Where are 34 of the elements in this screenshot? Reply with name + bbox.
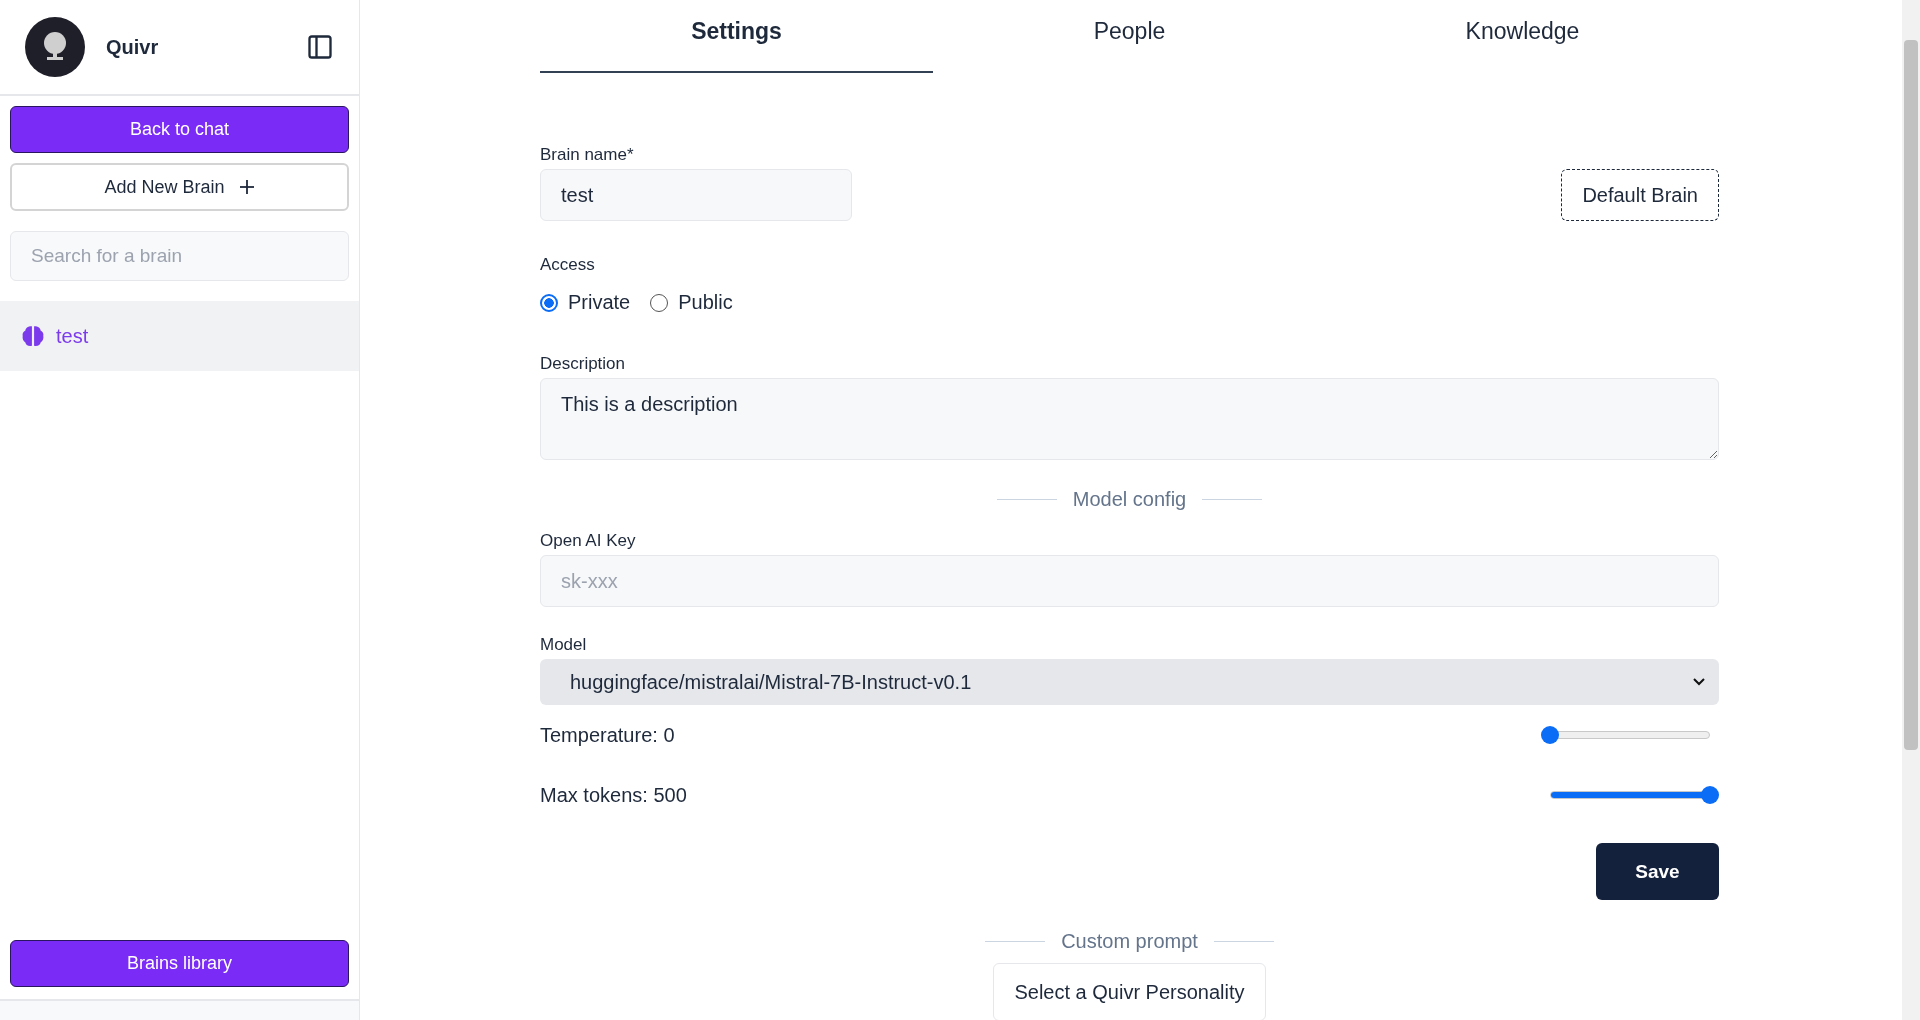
add-new-brain-button[interactable]: Add New Brain [10, 163, 349, 211]
brains-library-button[interactable]: Brains library [10, 940, 349, 987]
radio-label: Private [568, 291, 631, 314]
save-button[interactable]: Save [1596, 843, 1719, 900]
radio-button[interactable] [540, 293, 558, 312]
personality-button[interactable]: Select a Quivr Personality [993, 963, 1266, 1020]
tab[interactable]: Settings [540, 0, 933, 73]
api-key-field[interactable]: sk-xxx [540, 555, 1719, 607]
radio-label: Public [678, 291, 733, 314]
sidebar-toggle-icon[interactable] [306, 33, 334, 61]
field-label: Brain name* [540, 145, 635, 165]
section-heading: Model config [1072, 488, 1187, 511]
section-heading: Custom prompt [1061, 930, 1198, 953]
plus-icon [238, 179, 255, 195]
scrollbar[interactable] [1902, 0, 1920, 1020]
brain-icon [20, 323, 46, 349]
field-label: Description [540, 354, 627, 374]
brain-item[interactable]: test [0, 301, 359, 371]
chevron-down-icon [1693, 678, 1705, 686]
slider-label: Max tokens: 500 [540, 783, 687, 807]
search-field[interactable]: Search for a brain [10, 231, 349, 281]
description-field[interactable]: This is a description [540, 378, 1719, 460]
back-to-chat-button[interactable]: Back to chat [10, 106, 349, 153]
app-name: Quivr [106, 35, 160, 59]
tab[interactable]: Knowledge [1326, 0, 1719, 73]
model-select[interactable]: huggingface/mistralai/Mistral-7B-Instruct-v0.1 [540, 659, 1719, 705]
field-label: Model [540, 635, 588, 655]
slider-label: Temperature: 0 [540, 723, 675, 747]
default-brain-button[interactable]: Default Brain [1561, 169, 1719, 221]
tab[interactable]: People [933, 0, 1326, 73]
brain-name-field[interactable]: test [540, 169, 852, 221]
field-label: Access [540, 255, 596, 275]
tree-logo-icon [25, 17, 85, 77]
field-label: Open AI Key [540, 531, 637, 551]
